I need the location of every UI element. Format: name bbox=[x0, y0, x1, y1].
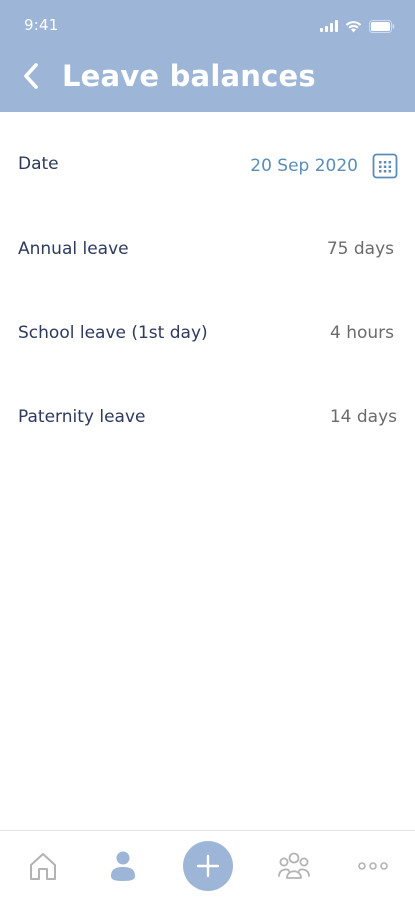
plus-icon bbox=[196, 854, 220, 878]
back-button[interactable] bbox=[16, 60, 46, 92]
tab-team[interactable] bbox=[273, 831, 315, 901]
tab-home[interactable] bbox=[22, 831, 64, 901]
date-value[interactable]: 20 Sep 2020 bbox=[250, 154, 358, 178]
leave-type-label: School leave (1st day) bbox=[18, 323, 208, 343]
nav-bar: Leave balances bbox=[0, 52, 415, 100]
status-bar: 9:41 bbox=[0, 0, 415, 44]
leave-type-label: Annual leave bbox=[18, 239, 129, 259]
person-icon bbox=[111, 851, 135, 881]
app-header: 9:41 Leave balances bbox=[0, 0, 415, 112]
chevron-left-icon bbox=[24, 63, 38, 89]
cellular-signal-icon bbox=[320, 20, 338, 32]
calendar-icon bbox=[372, 153, 398, 179]
date-label: Date bbox=[18, 154, 59, 174]
list-item: School leave (1st day) 4 hours bbox=[0, 280, 415, 364]
add-button[interactable] bbox=[183, 841, 233, 891]
calendar-button[interactable] bbox=[372, 153, 398, 179]
home-icon bbox=[30, 853, 56, 880]
status-time: 9:41 bbox=[24, 16, 59, 34]
list-item: Paternity leave 14 days bbox=[0, 364, 415, 448]
tab-add[interactable] bbox=[182, 831, 234, 901]
leave-balance-value: 4 hours bbox=[329, 323, 394, 343]
balances-list: Date 20 Sep 2020 Annual leave 75 days Sc… bbox=[0, 112, 415, 448]
wifi-icon bbox=[345, 20, 362, 32]
tab-bar bbox=[0, 830, 415, 901]
list-item: Annual leave 75 days bbox=[0, 196, 415, 280]
team-icon bbox=[278, 852, 310, 879]
tab-more[interactable] bbox=[352, 831, 394, 901]
leave-balance-value: 75 days bbox=[326, 239, 394, 259]
battery-icon bbox=[369, 19, 395, 33]
leave-balance-value: 14 days bbox=[329, 407, 397, 427]
page-title: Leave balances bbox=[62, 59, 316, 93]
date-row: Date 20 Sep 2020 bbox=[0, 112, 415, 196]
status-icons bbox=[320, 18, 395, 34]
more-icon bbox=[358, 862, 388, 870]
leave-type-label: Paternity leave bbox=[18, 407, 146, 427]
tab-profile[interactable] bbox=[102, 831, 144, 901]
